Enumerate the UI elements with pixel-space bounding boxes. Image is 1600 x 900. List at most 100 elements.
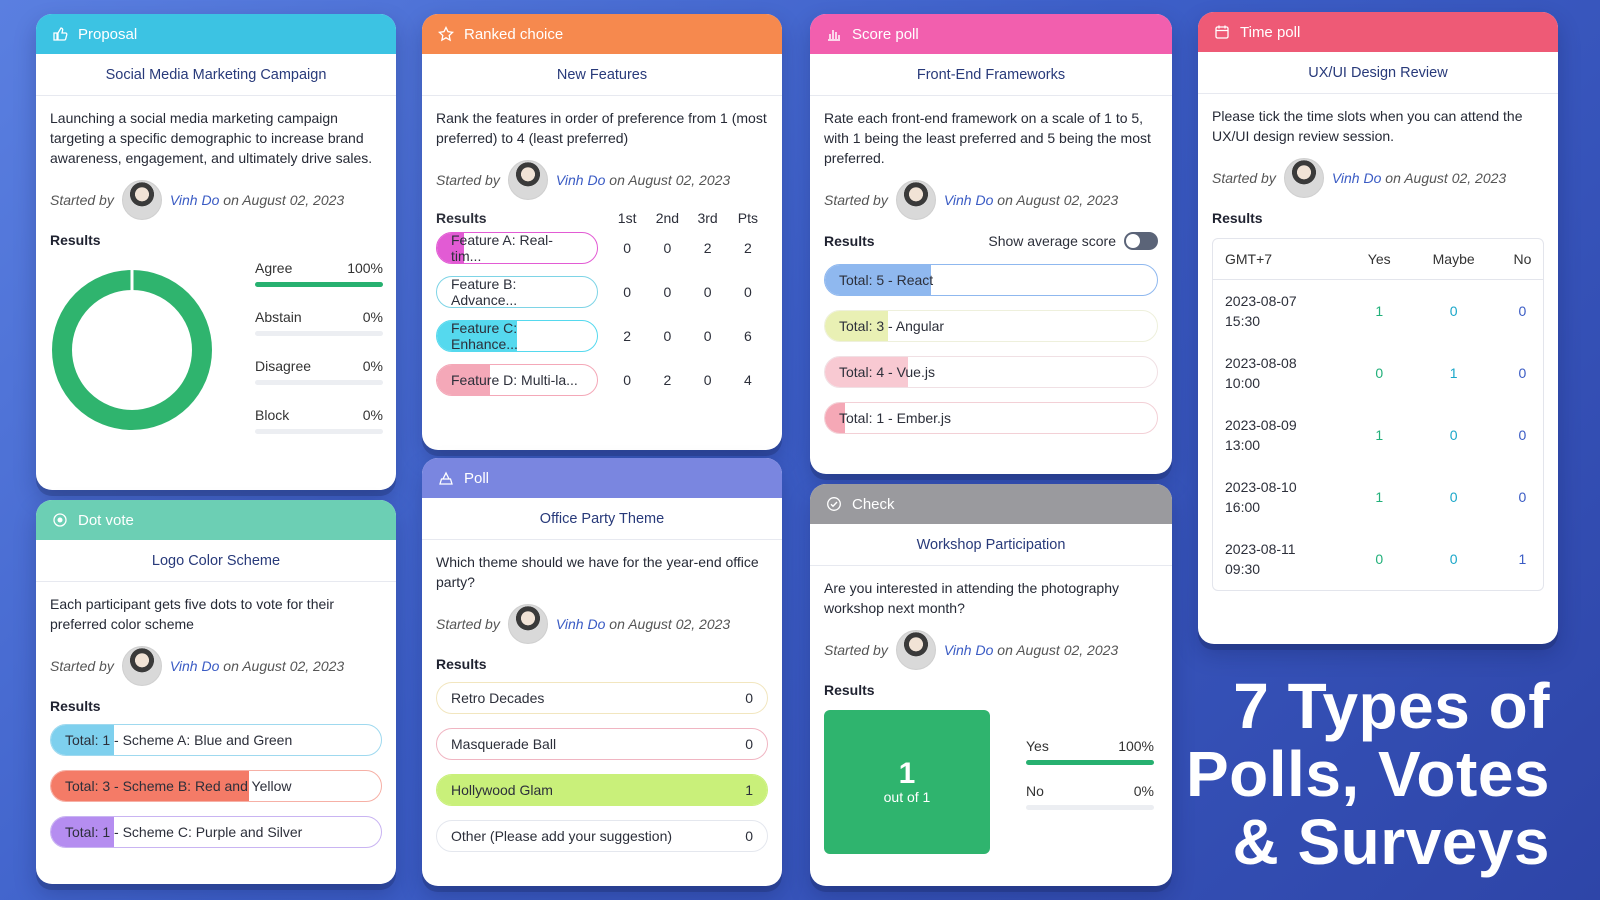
proposal-card[interactable]: Proposal Social Media Marketing Campaign… bbox=[36, 14, 396, 490]
option-total: Total: 1 bbox=[839, 410, 885, 426]
author-link[interactable]: Vinh Do bbox=[944, 642, 994, 658]
option-total: Total: 5 bbox=[839, 272, 885, 288]
dot-option-pill[interactable]: Total: 3 - Scheme B: Red and Yellow bbox=[50, 770, 382, 802]
check-title: Workshop Participation bbox=[810, 524, 1172, 566]
rank-cell: 0 bbox=[623, 372, 632, 388]
rank-cell: 2 bbox=[703, 240, 712, 256]
author-link[interactable]: Vinh Do bbox=[170, 658, 220, 674]
poll-started-by: Started by Vinh Do on August 02, 2023 bbox=[436, 604, 768, 644]
started-by-label: Started by bbox=[436, 616, 500, 632]
vote-count: 1 bbox=[1518, 550, 1527, 567]
poll-option-pill[interactable]: Other (Please add your suggestion) 0 bbox=[436, 820, 768, 852]
slot-date: 2023-08-10 bbox=[1225, 478, 1297, 495]
results-label: Results bbox=[824, 682, 875, 698]
poll-title: Office Party Theme bbox=[422, 498, 782, 540]
ranked-option-pill[interactable]: Feature C: Enhance... bbox=[436, 320, 598, 352]
vote-count: 0 bbox=[1518, 364, 1527, 381]
vote-count: 0 bbox=[1518, 302, 1527, 319]
vote-count: 0 bbox=[1449, 550, 1458, 567]
option-track bbox=[255, 380, 383, 385]
option-count: 0 bbox=[745, 828, 753, 844]
proposal-option-row: Abstain 0% bbox=[255, 309, 383, 325]
poll-option-pill[interactable]: Hollywood Glam 1 bbox=[436, 774, 768, 806]
poll-card[interactable]: Poll Office Party Theme Which theme shou… bbox=[422, 458, 782, 886]
hero-title: 7 Types of Polls, Votes & Surveys bbox=[1186, 672, 1550, 876]
ranked-option-pill[interactable]: Feature A: Real-tim... bbox=[436, 232, 598, 264]
started-date: on August 02, 2023 bbox=[997, 642, 1119, 658]
score-title: Front-End Frameworks bbox=[810, 54, 1172, 96]
score-option-pill[interactable]: Total: 3 - Angular bbox=[824, 310, 1158, 342]
time-card[interactable]: Time poll UX/UI Design Review Please tic… bbox=[1198, 12, 1558, 644]
poll-option-pill[interactable]: Retro Decades 0 bbox=[436, 682, 768, 714]
rank-cell: 6 bbox=[743, 328, 752, 344]
score-option-pill[interactable]: Total: 5 - React bbox=[824, 264, 1158, 296]
slot-date: 2023-08-07 bbox=[1225, 292, 1297, 309]
time-header-label: Time poll bbox=[1240, 23, 1301, 41]
author-link[interactable]: Vinh Do bbox=[556, 172, 606, 188]
table-row: 2023-08-11 09:30 0 0 1 bbox=[1213, 528, 1543, 590]
avatar bbox=[507, 604, 548, 644]
vote-count: 1 bbox=[1375, 302, 1384, 319]
option-label: Agree bbox=[255, 260, 293, 276]
col-maybe: Maybe bbox=[1432, 251, 1475, 267]
poll-option-pill[interactable]: Masquerade Ball 0 bbox=[436, 728, 768, 760]
proposal-started-by: Started by Vinh Do on August 02, 2023 bbox=[50, 180, 382, 220]
option-track bbox=[255, 429, 383, 434]
rank-cell: 0 bbox=[703, 372, 712, 388]
ranked-header-label: Ranked choice bbox=[464, 25, 564, 43]
option-label: Feature A: Real-tim... bbox=[451, 232, 553, 264]
time-slot: 2023-08-11 09:30 bbox=[1213, 528, 1353, 590]
option-track bbox=[1026, 805, 1154, 810]
option-label: Hollywood Glam bbox=[451, 782, 553, 798]
author-link[interactable]: Vinh Do bbox=[170, 192, 220, 208]
check-header-label: Check bbox=[852, 495, 895, 513]
slot-time: 09:30 bbox=[1225, 560, 1261, 577]
check-out-of: out of 1 bbox=[883, 789, 931, 805]
check-count-tile: 1 out of 1 bbox=[824, 710, 990, 854]
avatar bbox=[121, 180, 162, 220]
vote-count: 0 bbox=[1518, 488, 1527, 505]
option-count: 0 bbox=[745, 736, 753, 752]
author-link[interactable]: Vinh Do bbox=[556, 616, 606, 632]
poll-description: Which theme should we have for the year-… bbox=[436, 554, 759, 590]
author-link[interactable]: Vinh Do bbox=[944, 192, 994, 208]
started-date: on August 02, 2023 bbox=[1385, 170, 1507, 186]
show-average-toggle[interactable] bbox=[1124, 232, 1158, 250]
score-option-pill[interactable]: Total: 4 - Vue.js bbox=[824, 356, 1158, 388]
ranked-card[interactable]: Ranked choice New Features Rank the feat… bbox=[422, 14, 782, 450]
rank-cell: 2 bbox=[743, 240, 752, 256]
option-label: Other (Please add your suggestion) bbox=[451, 828, 673, 844]
option-total: Total: 1 bbox=[65, 732, 111, 748]
vote-count: 0 bbox=[1449, 488, 1458, 505]
slot-time: 16:00 bbox=[1225, 498, 1261, 515]
option-percent: 0% bbox=[362, 407, 383, 423]
rank-cell: 4 bbox=[743, 372, 752, 388]
option-total: Total: 1 bbox=[65, 824, 111, 840]
score-card[interactable]: Score poll Front-End Frameworks Rate eac… bbox=[810, 14, 1172, 474]
rank-cell: 0 bbox=[623, 240, 632, 256]
started-date: on August 02, 2023 bbox=[223, 192, 345, 208]
ranked-results-table: Results 1st 2nd 3rd Pts Feature A: Real-… bbox=[436, 210, 768, 402]
table-row: 2023-08-09 13:00 1 0 0 bbox=[1213, 404, 1543, 466]
author-link[interactable]: Vinh Do bbox=[1332, 170, 1382, 186]
option-label: - Scheme C: Purple and Silver bbox=[110, 824, 303, 840]
started-by-label: Started by bbox=[436, 172, 500, 188]
hero-line-1: 7 Types of bbox=[1233, 670, 1550, 742]
proposal-option-row: Disagree 0% bbox=[255, 358, 383, 374]
results-label: Results bbox=[50, 698, 101, 714]
option-total: Total: 3 bbox=[65, 778, 111, 794]
score-option-pill[interactable]: Total: 1 - Ember.js bbox=[824, 402, 1158, 434]
started-date: on August 02, 2023 bbox=[609, 172, 731, 188]
poll-header-label: Poll bbox=[464, 469, 490, 487]
option-label: - Scheme B: Red and Yellow bbox=[110, 778, 292, 794]
rank-cell: 0 bbox=[703, 284, 712, 300]
ranked-option-pill[interactable]: Feature D: Multi-la... bbox=[436, 364, 598, 396]
dot-option-pill[interactable]: Total: 1 - Scheme C: Purple and Silver bbox=[50, 816, 382, 848]
dot-card[interactable]: Dot vote Logo Color Scheme Each particip… bbox=[36, 500, 396, 884]
check-card[interactable]: Check Workshop Participation Are you int… bbox=[810, 484, 1172, 886]
col-3rd: 3rd bbox=[697, 210, 718, 226]
target-icon bbox=[52, 512, 68, 528]
dot-option-pill[interactable]: Total: 1 - Scheme A: Blue and Green bbox=[50, 724, 382, 756]
check-started-by: Started by Vinh Do on August 02, 2023 bbox=[824, 630, 1158, 670]
ranked-option-pill[interactable]: Feature B: Advance... bbox=[436, 276, 598, 308]
